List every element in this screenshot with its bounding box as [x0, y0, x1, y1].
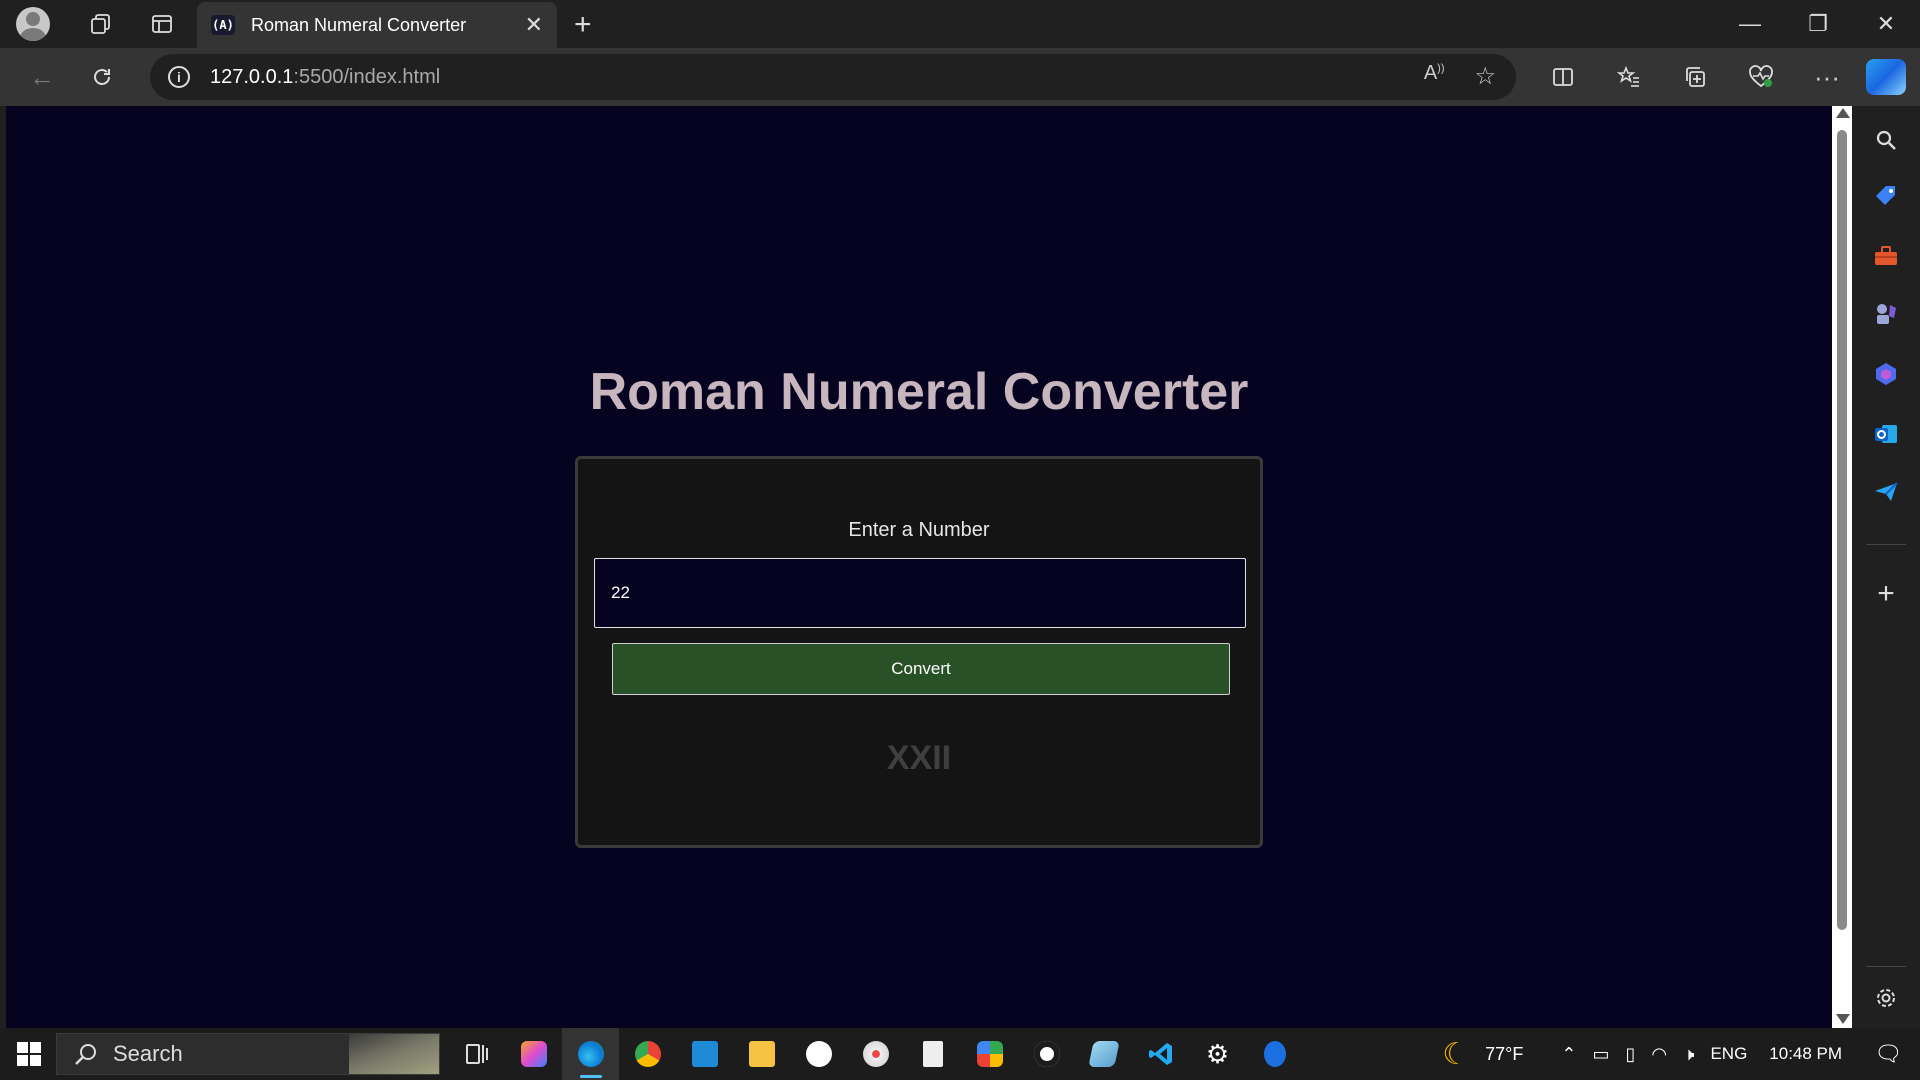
- settings-gear-icon[interactable]: ⚙: [1189, 1028, 1246, 1080]
- device-icon[interactable]: ▯: [1617, 1044, 1643, 1065]
- tab-title: Roman Numeral Converter: [251, 14, 467, 35]
- meet-now-icon[interactable]: [961, 1028, 1018, 1080]
- sidebar-copilot-apps-icon[interactable]: [1868, 356, 1904, 392]
- split-screen-icon[interactable]: [1530, 53, 1596, 101]
- weather-moon-icon[interactable]: ☾: [1434, 1037, 1477, 1072]
- notifications-icon[interactable]: 🗨: [1856, 1041, 1920, 1067]
- battery-icon[interactable]: ▭: [1584, 1044, 1617, 1065]
- convert-button[interactable]: Convert: [612, 643, 1230, 695]
- paint-icon[interactable]: [847, 1028, 904, 1080]
- notes-app-icon[interactable]: [1075, 1028, 1132, 1080]
- browser-titlebar: (A) Roman Numeral Converter ✕ + — ❐ ✕: [0, 0, 1920, 48]
- scroll-thumb[interactable]: [1837, 130, 1847, 930]
- copilot-taskbar-icon[interactable]: [505, 1028, 562, 1080]
- start-windows-icon[interactable]: [2, 1028, 56, 1080]
- converter-card: Enter a Number Convert XXII: [575, 456, 1263, 848]
- favorites-icon[interactable]: [1596, 53, 1662, 101]
- mail-icon[interactable]: [676, 1028, 733, 1080]
- language-indicator[interactable]: ENG: [1702, 1044, 1755, 1064]
- whatsapp-icon[interactable]: [790, 1028, 847, 1080]
- sidebar-divider-bottom: [1866, 966, 1906, 967]
- scroll-down-arrow-icon[interactable]: [1836, 1014, 1850, 1024]
- taskbar-search[interactable]: Search: [56, 1033, 440, 1075]
- notepad-icon[interactable]: [904, 1028, 961, 1080]
- browser-navbar: ← i 127.0.0.1:5500/index.html A)) ☆ ···: [0, 48, 1920, 106]
- more-options-icon[interactable]: ···: [1794, 53, 1860, 101]
- chrome-icon[interactable]: [619, 1028, 676, 1080]
- profile-button[interactable]: [10, 0, 56, 48]
- bluetooth-app-icon[interactable]: [1246, 1028, 1303, 1080]
- number-input-label: Enter a Number: [848, 519, 990, 541]
- page-viewport: Roman Numeral Converter Enter a Number C…: [6, 106, 1832, 1028]
- taskbar-apps: ⚙: [448, 1028, 1303, 1080]
- browser-toolbar: ···: [1530, 53, 1860, 101]
- sidebar-outlook-icon[interactable]: [1868, 416, 1904, 452]
- scroll-up-arrow-icon[interactable]: [1836, 108, 1850, 118]
- edge-browser-icon[interactable]: [562, 1028, 619, 1080]
- workspaces-icon[interactable]: [78, 0, 124, 48]
- page-scrollbar[interactable]: [1832, 106, 1852, 1028]
- github-desktop-icon[interactable]: [1018, 1028, 1075, 1080]
- sidebar-settings-gear-icon[interactable]: [1868, 980, 1904, 1016]
- sidebar-send-icon[interactable]: [1868, 474, 1904, 510]
- collections-icon[interactable]: [1662, 53, 1728, 101]
- sidebar-tools-icon[interactable]: [1868, 238, 1904, 274]
- new-tab-plus-icon[interactable]: +: [574, 8, 592, 42]
- tab-favicon-icon: (A): [211, 15, 235, 35]
- taskbar-search-label: Search: [113, 1041, 183, 1066]
- url-text: 127.0.0.1:5500/index.html: [210, 65, 441, 88]
- window-controls: — ❐ ✕: [1716, 0, 1920, 48]
- refresh-icon[interactable]: [72, 53, 132, 101]
- address-bar[interactable]: i 127.0.0.1:5500/index.html A)) ☆: [150, 54, 1516, 100]
- task-view-icon[interactable]: [448, 1028, 505, 1080]
- favorite-star-icon[interactable]: ☆: [1474, 62, 1496, 91]
- read-aloud-icon[interactable]: A)): [1424, 62, 1445, 91]
- sidebar-divider: [1866, 544, 1906, 545]
- site-info-icon[interactable]: i: [168, 66, 190, 88]
- volume-muted-icon[interactable]: 🕨: [1675, 1044, 1702, 1065]
- search-icon: [75, 1044, 96, 1065]
- browser-essentials-icon[interactable]: [1728, 53, 1794, 101]
- close-window-icon[interactable]: ✕: [1852, 0, 1920, 48]
- windows-taskbar: Search ⚙ ☾ 77°F ⌃ ▭ ▯ ◠ 🕨 ENG 10:48 PM 🗨: [0, 1028, 1920, 1080]
- copilot-icon[interactable]: [1866, 59, 1906, 95]
- minimize-icon[interactable]: —: [1716, 0, 1784, 48]
- tab-close-icon[interactable]: ✕: [525, 12, 543, 38]
- file-explorer-icon[interactable]: [733, 1028, 790, 1080]
- tab-actions-icon[interactable]: [139, 0, 185, 48]
- vscode-icon[interactable]: [1132, 1028, 1189, 1080]
- search-highlight-image-icon: [349, 1034, 439, 1074]
- sidebar-games-icon[interactable]: [1868, 296, 1904, 332]
- roman-result-output: XXII: [886, 739, 952, 777]
- profile-avatar-icon: [16, 7, 50, 41]
- sidebar-search-icon[interactable]: [1868, 122, 1904, 158]
- restore-icon[interactable]: ❐: [1784, 0, 1852, 48]
- system-tray: ☾ 77°F ⌃ ▭ ▯ ◠ 🕨 ENG 10:48 PM 🗨: [1434, 1028, 1920, 1080]
- back-arrow-icon[interactable]: ←: [12, 53, 72, 101]
- number-input[interactable]: [594, 558, 1246, 628]
- sidebar-shopping-tag-icon[interactable]: [1868, 178, 1904, 214]
- weather-temperature[interactable]: 77°F: [1477, 1044, 1553, 1065]
- show-hidden-icons-chevron-icon[interactable]: ⌃: [1553, 1044, 1584, 1065]
- wifi-icon[interactable]: ◠: [1643, 1044, 1675, 1065]
- active-tab[interactable]: (A) Roman Numeral Converter ✕: [197, 2, 557, 48]
- taskbar-clock[interactable]: 10:48 PM: [1755, 1044, 1856, 1064]
- page-title: Roman Numeral Converter: [589, 363, 1249, 421]
- sidebar-add-icon[interactable]: +: [1868, 576, 1904, 612]
- edge-sidebar: +: [1852, 106, 1920, 1028]
